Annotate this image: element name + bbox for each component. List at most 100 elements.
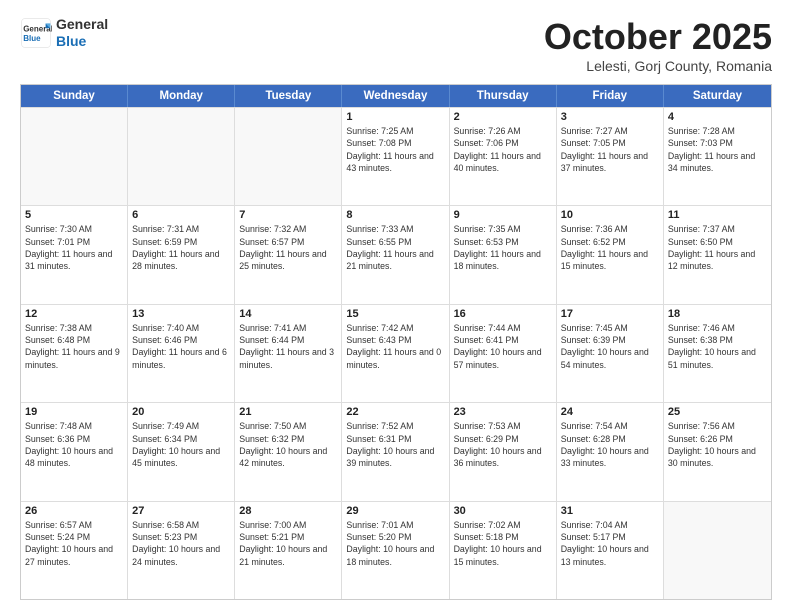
- cell-info: Sunrise: 7:46 AMSunset: 6:38 PMDaylight:…: [668, 322, 767, 371]
- cell-date: 22: [346, 406, 444, 418]
- cell-1-0: 5 Sunrise: 7:30 AMSunset: 7:01 PMDayligh…: [21, 206, 128, 303]
- cell-info: Sunrise: 7:36 AMSunset: 6:52 PMDaylight:…: [561, 223, 659, 272]
- header-friday: Friday: [557, 85, 664, 107]
- week-row-4: 26 Sunrise: 6:57 AMSunset: 5:24 PMDaylig…: [21, 501, 771, 599]
- cell-info: Sunrise: 7:27 AMSunset: 7:05 PMDaylight:…: [561, 125, 659, 174]
- logo: General Blue General Blue: [20, 16, 108, 50]
- cell-2-0: 12 Sunrise: 7:38 AMSunset: 6:48 PMDaylig…: [21, 305, 128, 402]
- calendar-body: 1 Sunrise: 7:25 AMSunset: 7:08 PMDayligh…: [21, 107, 771, 599]
- week-row-2: 12 Sunrise: 7:38 AMSunset: 6:48 PMDaylig…: [21, 304, 771, 402]
- cell-date: 9: [454, 209, 552, 221]
- cell-info: Sunrise: 7:25 AMSunset: 7:08 PMDaylight:…: [346, 125, 444, 174]
- cell-info: Sunrise: 7:28 AMSunset: 7:03 PMDaylight:…: [668, 125, 767, 174]
- cell-date: 27: [132, 505, 230, 517]
- cell-info: Sunrise: 7:26 AMSunset: 7:06 PMDaylight:…: [454, 125, 552, 174]
- cell-2-2: 14 Sunrise: 7:41 AMSunset: 6:44 PMDaylig…: [235, 305, 342, 402]
- cell-date: 6: [132, 209, 230, 221]
- header-thursday: Thursday: [450, 85, 557, 107]
- cell-date: 11: [668, 209, 767, 221]
- cell-date: 4: [668, 111, 767, 123]
- cell-1-5: 10 Sunrise: 7:36 AMSunset: 6:52 PMDaylig…: [557, 206, 664, 303]
- cell-info: Sunrise: 7:40 AMSunset: 6:46 PMDaylight:…: [132, 322, 230, 371]
- cell-1-3: 8 Sunrise: 7:33 AMSunset: 6:55 PMDayligh…: [342, 206, 449, 303]
- cell-3-2: 21 Sunrise: 7:50 AMSunset: 6:32 PMDaylig…: [235, 403, 342, 500]
- cell-info: Sunrise: 7:38 AMSunset: 6:48 PMDaylight:…: [25, 322, 123, 371]
- cell-date: 14: [239, 308, 337, 320]
- cell-date: 1: [346, 111, 444, 123]
- cell-3-3: 22 Sunrise: 7:52 AMSunset: 6:31 PMDaylig…: [342, 403, 449, 500]
- week-row-1: 5 Sunrise: 7:30 AMSunset: 7:01 PMDayligh…: [21, 205, 771, 303]
- header-wednesday: Wednesday: [342, 85, 449, 107]
- cell-4-2: 28 Sunrise: 7:00 AMSunset: 5:21 PMDaylig…: [235, 502, 342, 599]
- cell-info: Sunrise: 7:44 AMSunset: 6:41 PMDaylight:…: [454, 322, 552, 371]
- cell-info: Sunrise: 7:50 AMSunset: 6:32 PMDaylight:…: [239, 420, 337, 469]
- cell-date: 28: [239, 505, 337, 517]
- cell-date: 26: [25, 505, 123, 517]
- cell-info: Sunrise: 7:35 AMSunset: 6:53 PMDaylight:…: [454, 223, 552, 272]
- cell-3-0: 19 Sunrise: 7:48 AMSunset: 6:36 PMDaylig…: [21, 403, 128, 500]
- cell-4-4: 30 Sunrise: 7:02 AMSunset: 5:18 PMDaylig…: [450, 502, 557, 599]
- cell-info: Sunrise: 7:49 AMSunset: 6:34 PMDaylight:…: [132, 420, 230, 469]
- location: Lelesti, Gorj County, Romania: [544, 58, 772, 74]
- cell-0-3: 1 Sunrise: 7:25 AMSunset: 7:08 PMDayligh…: [342, 108, 449, 205]
- header-tuesday: Tuesday: [235, 85, 342, 107]
- cell-0-4: 2 Sunrise: 7:26 AMSunset: 7:06 PMDayligh…: [450, 108, 557, 205]
- cell-2-6: 18 Sunrise: 7:46 AMSunset: 6:38 PMDaylig…: [664, 305, 771, 402]
- cell-2-3: 15 Sunrise: 7:42 AMSunset: 6:43 PMDaylig…: [342, 305, 449, 402]
- cell-2-5: 17 Sunrise: 7:45 AMSunset: 6:39 PMDaylig…: [557, 305, 664, 402]
- cell-2-1: 13 Sunrise: 7:40 AMSunset: 6:46 PMDaylig…: [128, 305, 235, 402]
- cell-date: 2: [454, 111, 552, 123]
- cell-1-1: 6 Sunrise: 7:31 AMSunset: 6:59 PMDayligh…: [128, 206, 235, 303]
- cell-0-0: [21, 108, 128, 205]
- cell-1-2: 7 Sunrise: 7:32 AMSunset: 6:57 PMDayligh…: [235, 206, 342, 303]
- cell-info: Sunrise: 7:00 AMSunset: 5:21 PMDaylight:…: [239, 519, 337, 568]
- cell-0-2: [235, 108, 342, 205]
- cell-3-5: 24 Sunrise: 7:54 AMSunset: 6:28 PMDaylig…: [557, 403, 664, 500]
- cell-info: Sunrise: 7:52 AMSunset: 6:31 PMDaylight:…: [346, 420, 444, 469]
- cell-info: Sunrise: 7:48 AMSunset: 6:36 PMDaylight:…: [25, 420, 123, 469]
- cell-info: Sunrise: 7:02 AMSunset: 5:18 PMDaylight:…: [454, 519, 552, 568]
- calendar: Sunday Monday Tuesday Wednesday Thursday…: [20, 84, 772, 600]
- cell-3-6: 25 Sunrise: 7:56 AMSunset: 6:26 PMDaylig…: [664, 403, 771, 500]
- cell-4-3: 29 Sunrise: 7:01 AMSunset: 5:20 PMDaylig…: [342, 502, 449, 599]
- cell-date: 13: [132, 308, 230, 320]
- cell-date: 30: [454, 505, 552, 517]
- cell-date: 5: [25, 209, 123, 221]
- cell-info: Sunrise: 7:56 AMSunset: 6:26 PMDaylight:…: [668, 420, 767, 469]
- cell-1-4: 9 Sunrise: 7:35 AMSunset: 6:53 PMDayligh…: [450, 206, 557, 303]
- header-sunday: Sunday: [21, 85, 128, 107]
- svg-text:Blue: Blue: [23, 34, 41, 43]
- cell-info: Sunrise: 6:58 AMSunset: 5:23 PMDaylight:…: [132, 519, 230, 568]
- cell-date: 29: [346, 505, 444, 517]
- cell-info: Sunrise: 7:33 AMSunset: 6:55 PMDaylight:…: [346, 223, 444, 272]
- month-title: October 2025: [544, 16, 772, 58]
- cell-date: 17: [561, 308, 659, 320]
- logo-text-block: General Blue: [56, 16, 108, 50]
- cell-info: Sunrise: 7:32 AMSunset: 6:57 PMDaylight:…: [239, 223, 337, 272]
- cell-0-6: 4 Sunrise: 7:28 AMSunset: 7:03 PMDayligh…: [664, 108, 771, 205]
- cell-info: Sunrise: 7:37 AMSunset: 6:50 PMDaylight:…: [668, 223, 767, 272]
- week-row-3: 19 Sunrise: 7:48 AMSunset: 6:36 PMDaylig…: [21, 402, 771, 500]
- cell-2-4: 16 Sunrise: 7:44 AMSunset: 6:41 PMDaylig…: [450, 305, 557, 402]
- cell-date: 10: [561, 209, 659, 221]
- logo-general: General: [56, 16, 108, 32]
- cell-info: Sunrise: 7:04 AMSunset: 5:17 PMDaylight:…: [561, 519, 659, 568]
- title-block: October 2025 Lelesti, Gorj County, Roman…: [544, 16, 772, 74]
- cell-info: Sunrise: 6:57 AMSunset: 5:24 PMDaylight:…: [25, 519, 123, 568]
- cell-4-0: 26 Sunrise: 6:57 AMSunset: 5:24 PMDaylig…: [21, 502, 128, 599]
- cell-1-6: 11 Sunrise: 7:37 AMSunset: 6:50 PMDaylig…: [664, 206, 771, 303]
- header-saturday: Saturday: [664, 85, 771, 107]
- cell-info: Sunrise: 7:53 AMSunset: 6:29 PMDaylight:…: [454, 420, 552, 469]
- week-row-0: 1 Sunrise: 7:25 AMSunset: 7:08 PMDayligh…: [21, 107, 771, 205]
- cell-info: Sunrise: 7:41 AMSunset: 6:44 PMDaylight:…: [239, 322, 337, 371]
- cell-date: 12: [25, 308, 123, 320]
- cell-date: 21: [239, 406, 337, 418]
- cell-date: 31: [561, 505, 659, 517]
- cell-date: 8: [346, 209, 444, 221]
- cell-info: Sunrise: 7:31 AMSunset: 6:59 PMDaylight:…: [132, 223, 230, 272]
- calendar-header: Sunday Monday Tuesday Wednesday Thursday…: [21, 85, 771, 107]
- cell-info: Sunrise: 7:30 AMSunset: 7:01 PMDaylight:…: [25, 223, 123, 272]
- cell-3-4: 23 Sunrise: 7:53 AMSunset: 6:29 PMDaylig…: [450, 403, 557, 500]
- cell-info: Sunrise: 7:45 AMSunset: 6:39 PMDaylight:…: [561, 322, 659, 371]
- cell-info: Sunrise: 7:01 AMSunset: 5:20 PMDaylight:…: [346, 519, 444, 568]
